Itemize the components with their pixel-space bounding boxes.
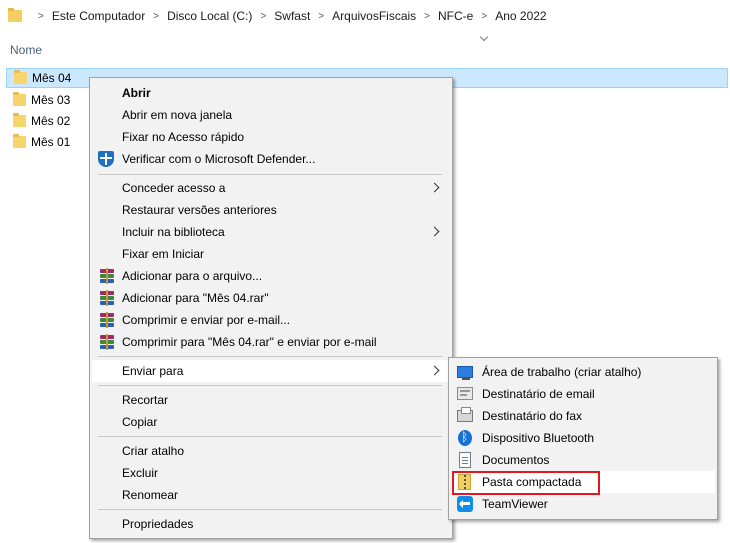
menu-item-label: Renomear bbox=[122, 488, 179, 502]
menu-item-label: Destinatário de email bbox=[482, 387, 595, 401]
breadcrumb-item-arquivosfiscais[interactable]: ArquivosFiscais bbox=[332, 9, 416, 23]
chevron-right-icon[interactable]: > bbox=[318, 11, 324, 22]
teamviewer-icon bbox=[457, 496, 473, 512]
address-bar[interactable]: > Este Computador > Disco Local (C:) > S… bbox=[0, 0, 730, 32]
bluetooth-icon bbox=[458, 430, 472, 446]
menu-item-label: Área de trabalho (criar atalho) bbox=[482, 365, 642, 379]
folder-icon bbox=[13, 113, 26, 127]
winrar-icon bbox=[99, 268, 115, 284]
winrar-icon bbox=[99, 334, 115, 350]
menu-item-excluir[interactable]: Excluir bbox=[92, 462, 450, 484]
menu-item-criar-atalho[interactable]: Criar atalho bbox=[92, 440, 450, 462]
send-to-desktop[interactable]: Área de trabalho (criar atalho) bbox=[451, 361, 715, 383]
menu-separator bbox=[98, 356, 442, 357]
menu-item-conceder-acesso[interactable]: Conceder acesso a bbox=[92, 177, 450, 199]
menu-item-abrir[interactable]: Abrir bbox=[92, 82, 450, 104]
menu-separator bbox=[98, 385, 442, 386]
chevron-right-icon[interactable]: > bbox=[260, 11, 266, 22]
menu-item-label: Fixar no Acesso rápido bbox=[122, 130, 245, 144]
menu-item-copiar[interactable]: Copiar bbox=[92, 411, 450, 433]
column-header-nome[interactable]: Nome bbox=[10, 43, 42, 57]
menu-item-restaurar-versoes[interactable]: Restaurar versões anteriores bbox=[92, 199, 450, 221]
documents-icon bbox=[459, 452, 471, 468]
menu-item-label: Comprimir para "Mês 04.rar" e enviar por… bbox=[122, 335, 377, 349]
menu-item-verificar-defender[interactable]: Verificar com o Microsoft Defender... bbox=[92, 148, 450, 170]
menu-item-adicionar-arquivo[interactable]: Adicionar para o arquivo... bbox=[92, 265, 450, 287]
folder-icon bbox=[14, 70, 27, 84]
menu-item-label: Incluir na biblioteca bbox=[122, 225, 225, 239]
menu-item-label: Criar atalho bbox=[122, 444, 185, 458]
chevron-down-icon bbox=[480, 34, 488, 42]
list-item[interactable]: Mês 01 bbox=[6, 132, 70, 152]
menu-item-label: Verificar com o Microsoft Defender... bbox=[122, 152, 316, 166]
menu-item-fixar-iniciar[interactable]: Fixar em Iniciar bbox=[92, 243, 450, 265]
defender-shield-icon bbox=[98, 151, 114, 167]
list-item[interactable]: Mês 02 bbox=[6, 111, 70, 131]
chevron-right-icon bbox=[429, 226, 440, 237]
menu-item-label: TeamViewer bbox=[482, 497, 548, 511]
chevron-right-icon bbox=[429, 182, 440, 193]
menu-item-label: Excluir bbox=[122, 466, 159, 480]
send-to-teamviewer[interactable]: TeamViewer bbox=[451, 493, 715, 515]
menu-item-label: Propriedades bbox=[122, 517, 194, 531]
file-name: Mês 03 bbox=[31, 93, 71, 107]
menu-item-label: Copiar bbox=[122, 415, 158, 429]
menu-item-label: Enviar para bbox=[122, 364, 184, 378]
menu-item-label: Abrir bbox=[122, 86, 151, 100]
chevron-right-icon[interactable]: > bbox=[424, 11, 430, 22]
file-name: Mês 01 bbox=[31, 135, 71, 149]
winrar-icon bbox=[99, 290, 115, 306]
menu-item-label: Restaurar versões anteriores bbox=[122, 203, 277, 217]
menu-item-label: Dispositivo Bluetooth bbox=[482, 431, 595, 445]
breadcrumb-item-nfc-e[interactable]: NFC-e bbox=[438, 9, 473, 23]
fax-icon bbox=[457, 407, 473, 422]
menu-item-abrir-nova-janela[interactable]: Abrir em nova janela bbox=[92, 104, 450, 126]
winrar-icon bbox=[99, 312, 115, 328]
chevron-right-icon bbox=[429, 365, 440, 376]
menu-item-adicionar-rar[interactable]: Adicionar para "Mês 04.rar" bbox=[92, 287, 450, 309]
folder-icon bbox=[13, 92, 26, 106]
breadcrumb-item-ano-2022[interactable]: Ano 2022 bbox=[495, 9, 546, 23]
desktop-icon bbox=[457, 366, 473, 380]
menu-item-label: Abrir em nova janela bbox=[122, 108, 233, 122]
menu-item-fixar-acesso-rapido[interactable]: Fixar no Acesso rápido bbox=[92, 126, 450, 148]
list-item[interactable]: Mês 03 bbox=[6, 90, 70, 110]
menu-item-incluir-biblioteca[interactable]: Incluir na biblioteca bbox=[92, 221, 450, 243]
menu-item-label: Comprimir e enviar por e-mail... bbox=[122, 313, 291, 327]
file-name: Mês 04 bbox=[32, 71, 72, 85]
send-to-bluetooth[interactable]: Dispositivo Bluetooth bbox=[451, 427, 715, 449]
context-menu: Abrir Abrir em nova janela Fixar no Aces… bbox=[89, 77, 453, 539]
menu-item-comprimir-enviar-email[interactable]: Comprimir e enviar por e-mail... bbox=[92, 309, 450, 331]
menu-item-enviar-para[interactable]: Enviar para bbox=[92, 360, 450, 382]
menu-item-comprimir-rar-enviar-email[interactable]: Comprimir para "Mês 04.rar" e enviar por… bbox=[92, 331, 450, 353]
folder-icon bbox=[13, 134, 26, 148]
menu-item-label: Fixar em Iniciar bbox=[122, 247, 205, 261]
send-to-documents[interactable]: Documentos bbox=[451, 449, 715, 471]
menu-item-propriedades[interactable]: Propriedades bbox=[92, 513, 450, 535]
menu-item-label: Conceder acesso a bbox=[122, 181, 226, 195]
file-name: Mês 02 bbox=[31, 114, 71, 128]
chevron-right-icon[interactable]: > bbox=[481, 11, 487, 22]
breadcrumb-item-swfast[interactable]: Swfast bbox=[274, 9, 310, 23]
menu-separator bbox=[98, 436, 442, 437]
highlight-annotation bbox=[452, 471, 600, 495]
menu-item-label: Destinatário do fax bbox=[482, 409, 583, 423]
folder-icon bbox=[8, 8, 22, 22]
menu-item-label: Adicionar para o arquivo... bbox=[122, 269, 263, 283]
menu-item-label: Adicionar para "Mês 04.rar" bbox=[122, 291, 269, 305]
chevron-right-icon[interactable]: > bbox=[38, 11, 44, 22]
mail-icon bbox=[457, 387, 473, 400]
menu-separator bbox=[98, 509, 442, 510]
send-to-submenu: Área de trabalho (criar atalho) Destinat… bbox=[448, 357, 718, 520]
send-to-mail-recipient[interactable]: Destinatário de email bbox=[451, 383, 715, 405]
send-to-fax-recipient[interactable]: Destinatário do fax bbox=[451, 405, 715, 427]
breadcrumb-item-este-computador[interactable]: Este Computador bbox=[52, 9, 145, 23]
menu-item-label: Documentos bbox=[482, 453, 550, 467]
menu-item-recortar[interactable]: Recortar bbox=[92, 389, 450, 411]
menu-item-renomear[interactable]: Renomear bbox=[92, 484, 450, 506]
breadcrumb-item-disco-local[interactable]: Disco Local (C:) bbox=[167, 9, 252, 23]
chevron-right-icon[interactable]: > bbox=[153, 11, 159, 22]
menu-separator bbox=[98, 174, 442, 175]
menu-item-label: Recortar bbox=[122, 393, 169, 407]
